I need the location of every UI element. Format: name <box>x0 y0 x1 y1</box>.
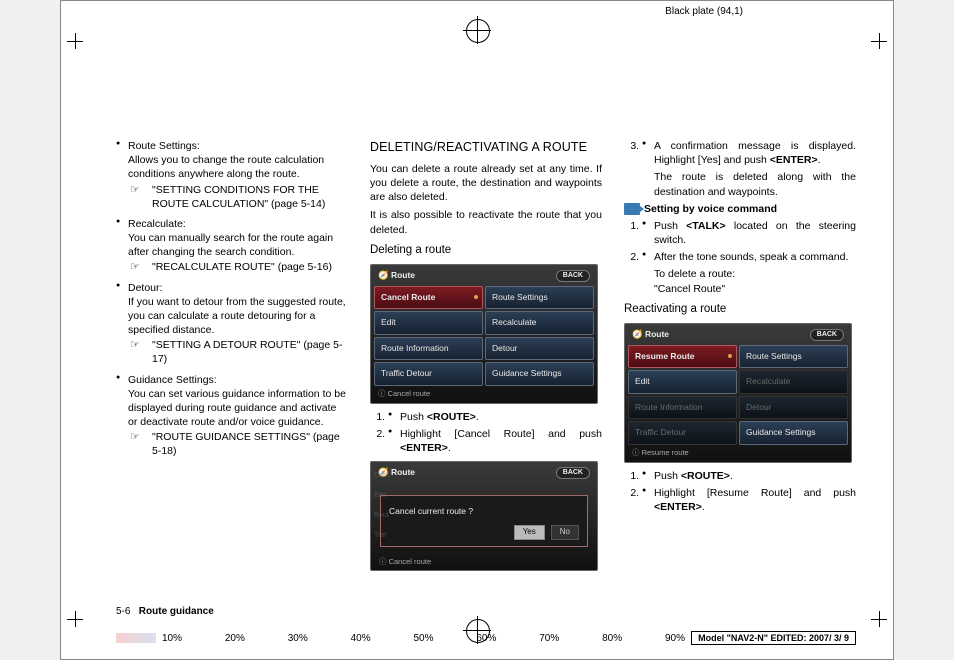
step: Push <ROUTE>. <box>388 410 602 424</box>
step: A confirmation message is displayed. Hig… <box>642 139 856 199</box>
menu-detour: Detour <box>739 396 848 419</box>
back-button[interactable]: BACK <box>556 270 590 281</box>
back-button[interactable]: BACK <box>810 329 844 340</box>
subsection-heading: Reactivating a route <box>624 302 856 318</box>
menu-route-info[interactable]: Route Information <box>374 337 483 360</box>
menu-edit[interactable]: Edit <box>374 311 483 334</box>
feature-body: Allows you to change the route calculati… <box>128 154 324 180</box>
cross-reference: ☞"ROUTE GUIDANCE SETTINGS" (page 5-18) <box>128 430 348 458</box>
pointer-icon: ☞ <box>130 338 140 353</box>
menu-edit[interactable]: Edit <box>628 370 737 393</box>
menu-guidance-settings[interactable]: Guidance Settings <box>485 362 594 385</box>
print-scale: 10% 20% 30% 40% 50% 60% 70% 80% 90% Mode… <box>116 631 856 645</box>
crop-mark <box>67 611 83 627</box>
menu-cancel-route[interactable]: Cancel Route <box>374 286 483 309</box>
back-button[interactable]: BACK <box>556 467 590 478</box>
paragraph: It is also possible to reactivate the ro… <box>370 208 602 236</box>
cross-reference: ☞"SETTING CONDITIONS FOR THE ROUTE CALCU… <box>128 183 348 211</box>
talk-icon <box>624 203 640 215</box>
cross-reference: ☞"RECALCULATE ROUTE" (page 5-16) <box>128 260 348 274</box>
feature-title: Route Settings: <box>128 140 200 152</box>
feature-title: Recalculate: <box>128 218 186 230</box>
voice-command-heading: Setting by voice command <box>624 202 856 216</box>
step: After the tone sounds, speak a command. … <box>642 250 856 296</box>
paragraph: You can delete a route already set at an… <box>370 162 602 205</box>
step-note: The route is deleted along with the dest… <box>654 170 856 198</box>
crop-mark <box>871 611 887 627</box>
procedure-steps: Push <ROUTE>. Highlight [Resume Route] a… <box>624 469 856 515</box>
section-heading: DELETING/REACTIVATING A ROUTE <box>370 139 602 156</box>
confirm-dialog: Cancel current route ? Yes No <box>380 495 588 547</box>
feature-body: You can set various guidance information… <box>128 388 346 428</box>
crop-mark <box>871 33 887 49</box>
menu-route-settings[interactable]: Route Settings <box>485 286 594 309</box>
column-right: A confirmation message is displayed. Hig… <box>624 139 856 577</box>
voice-extra: To delete a route: <box>654 267 856 281</box>
menu-recalculate: Recalculate <box>739 370 848 393</box>
step: Highlight [Resume Route] and push <ENTER… <box>642 486 856 514</box>
procedure-steps: A confirmation message is displayed. Hig… <box>624 139 856 199</box>
subsection-heading: Deleting a route <box>370 243 602 259</box>
voice-steps: Push <TALK> located on the steering swit… <box>624 219 856 296</box>
percent-scale: 10% 20% 30% 40% 50% 60% 70% 80% 90% <box>162 633 685 644</box>
step: Highlight [Cancel Route] and push <ENTER… <box>388 427 602 455</box>
column-left: Route Settings: Allows you to change the… <box>116 139 348 577</box>
screen-hint: ⓘ Resume route <box>628 445 848 459</box>
color-bar <box>116 633 156 643</box>
yes-button[interactable]: Yes <box>514 525 545 540</box>
feature-body: If you want to detour from the suggested… <box>128 296 346 336</box>
nav-screenshot-route: 🧭 Route BACK Cancel Route Route Settings… <box>370 264 598 403</box>
menu-guidance-settings[interactable]: Guidance Settings <box>739 421 848 444</box>
menu-route-settings[interactable]: Route Settings <box>739 345 848 368</box>
pointer-icon: ☞ <box>130 260 140 275</box>
screen-title: 🧭 Route <box>632 329 669 340</box>
menu-recalculate[interactable]: Recalculate <box>485 311 594 334</box>
dialog-message: Cancel current route ? <box>389 506 579 517</box>
feature-item: Guidance Settings: You can set various g… <box>116 373 348 459</box>
menu-resume-route[interactable]: Resume Route <box>628 345 737 368</box>
voice-extra: "Cancel Route" <box>654 282 856 296</box>
screen-hint: ⓘ Cancel route <box>374 386 594 400</box>
feature-item: Route Settings: Allows you to change the… <box>116 139 348 211</box>
screen-hint: ⓘ Cancel route <box>375 554 435 568</box>
feature-body: You can manually search for the route ag… <box>128 232 333 258</box>
section-name: Route guidance <box>139 606 214 617</box>
model-edition: Model "NAV2-N" EDITED: 2007/ 3/ 9 <box>691 631 856 645</box>
dimmed-menu: Canc Edit Rout Traf <box>374 465 392 546</box>
feature-item: Recalculate: You can manually search for… <box>116 217 348 275</box>
plate-label: Black plate (94,1) <box>665 6 743 17</box>
page-footer: 5-6 Route guidance <box>116 606 856 617</box>
pointer-icon: ☞ <box>130 183 140 198</box>
manual-page: Black plate (94,1) Route Settings: Allow… <box>60 0 894 660</box>
step: Push <TALK> located on the steering swit… <box>642 219 856 247</box>
nav-screenshot-confirm: 🧭 Route BACK Canc Edit Rout Traf Cancel … <box>370 461 598 571</box>
no-button[interactable]: No <box>551 525 579 540</box>
column-middle: DELETING/REACTIVATING A ROUTE You can de… <box>370 139 602 577</box>
cross-reference: ☞"SETTING A DETOUR ROUTE" (page 5-17) <box>128 338 348 366</box>
feature-title: Detour: <box>128 282 162 294</box>
menu-traffic-detour: Traffic Detour <box>628 421 737 444</box>
menu-detour[interactable]: Detour <box>485 337 594 360</box>
procedure-steps: Push <ROUTE>. Highlight [Cancel Route] a… <box>370 410 602 456</box>
page-number: 5-6 <box>116 606 130 617</box>
menu-traffic-detour[interactable]: Traffic Detour <box>374 362 483 385</box>
registration-mark <box>466 19 488 41</box>
screen-title: 🧭 Route <box>378 270 415 281</box>
nav-screenshot-resume: 🧭 Route BACK Resume Route Route Settings… <box>624 323 852 462</box>
step: Push <ROUTE>. <box>642 469 856 483</box>
crop-mark <box>67 33 83 49</box>
feature-item: Detour: If you want to detour from the s… <box>116 281 348 367</box>
content-columns: Route Settings: Allows you to change the… <box>116 139 856 577</box>
menu-route-info: Route Information <box>628 396 737 419</box>
pointer-icon: ☞ <box>130 430 140 445</box>
feature-title: Guidance Settings: <box>128 374 217 386</box>
